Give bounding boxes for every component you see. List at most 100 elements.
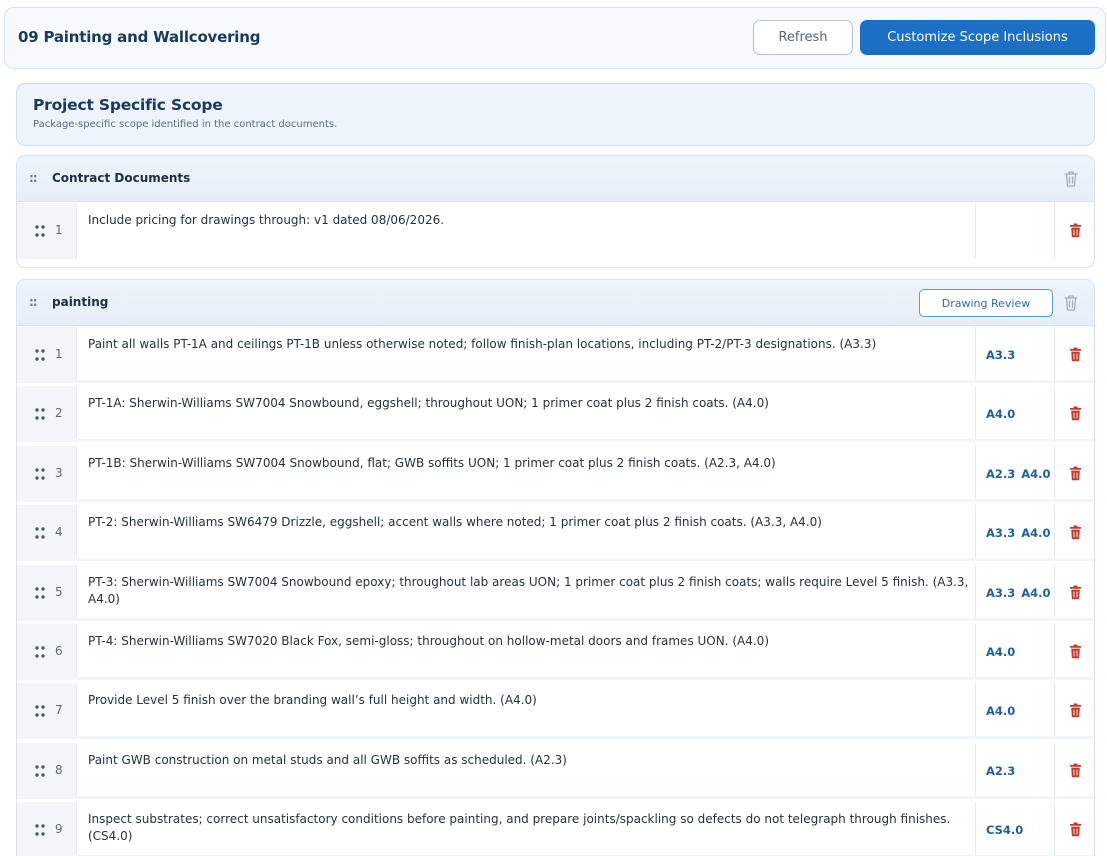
top-bar: 09 Painting and Wallcovering Refresh Cus… <box>4 7 1106 69</box>
row-number: 6 <box>55 644 63 658</box>
sheet-ref-link[interactable]: A2.3 <box>986 467 1015 481</box>
row-divider <box>17 380 1094 383</box>
trash-icon[interactable] <box>1069 763 1082 778</box>
trash-icon[interactable] <box>1069 223 1082 238</box>
row-text[interactable]: PT-2: Sherwin-Williams SW6479 Drizzle, e… <box>88 514 973 531</box>
row-refs: A3.3 A4.0 <box>975 505 1055 562</box>
grip-dots-icon[interactable] <box>35 824 45 836</box>
sheet-ref-link[interactable]: A4.0 <box>1021 586 1050 600</box>
row-number: 7 <box>55 703 63 718</box>
trash-icon[interactable] <box>1069 466 1082 481</box>
scope-subtitle: Package-specific scope identified in the… <box>33 119 338 130</box>
grip-dots-icon[interactable] <box>35 527 45 539</box>
row-number: 9 <box>55 822 63 837</box>
customize-scope-button[interactable]: Customize Scope Inclusions <box>860 20 1095 55</box>
trash-icon[interactable] <box>1063 170 1079 188</box>
row-number: 1 <box>55 223 63 237</box>
row-handle[interactable]: 6 <box>17 624 77 680</box>
row-refs: A3.3 <box>975 327 1055 383</box>
grip-dots-icon[interactable] <box>35 765 45 777</box>
row-text[interactable]: Paint all walls PT-1A and ceilings PT-1B… <box>88 336 973 353</box>
row-refs: A2.3 A4.0 <box>975 445 1055 502</box>
sheet-ref-link[interactable]: A4.0 <box>1021 467 1050 481</box>
sheet-ref-link[interactable]: A4.0 <box>986 407 1015 421</box>
grip-dots-icon[interactable] <box>35 705 45 718</box>
row-text[interactable]: PT-3: Sherwin-Williams SW7004 Snowbound … <box>88 574 973 608</box>
sheet-ref-link[interactable]: A4.0 <box>1021 526 1050 540</box>
section-header: :: painting Drawing Review <box>17 280 1094 326</box>
grip-dots-icon[interactable] <box>35 225 45 237</box>
trash-icon[interactable] <box>1063 294 1079 312</box>
row-divider <box>17 558 1094 562</box>
sheet-ref-link[interactable]: A3.3 <box>986 586 1015 600</box>
trash-icon[interactable] <box>1069 406 1082 421</box>
row-number: 8 <box>55 762 63 777</box>
page-title: 09 Painting and Wallcovering <box>18 28 261 46</box>
row-handle[interactable]: 1 <box>17 327 77 383</box>
row-text[interactable]: Paint GWB construction on metal studs an… <box>88 752 973 769</box>
table-row: 2 PT-1A: Sherwin-Williams SW7004 Snowboun… <box>17 386 1094 443</box>
row-refs: A3.3 A4.0 <box>975 564 1055 621</box>
row-text[interactable]: Inspect substrates; correct unsatisfacto… <box>88 811 973 845</box>
scope-title: Project Specific Scope <box>33 96 223 114</box>
trash-icon[interactable] <box>1069 822 1082 837</box>
grip-dots-icon[interactable] <box>35 646 45 658</box>
row-handle[interactable]: 2 <box>17 386 77 443</box>
row-number: 2 <box>55 406 63 421</box>
table-row: 5 PT-3: Sherwin-Williams SW7004 Snowbound… <box>17 564 1094 621</box>
row-number: 3 <box>55 465 63 480</box>
sheet-ref-link[interactable]: A4.0 <box>986 704 1015 718</box>
drag-handle-icon[interactable]: :: <box>29 171 38 185</box>
table-row: 4 PT-2: Sherwin-Williams SW6479 Drizzle, … <box>17 505 1094 562</box>
trash-icon[interactable] <box>1069 525 1082 540</box>
row-text[interactable]: PT-1B: Sherwin-Williams SW7004 Snowbound… <box>88 455 973 472</box>
drag-handle-icon[interactable]: :: <box>29 295 38 309</box>
project-scope-banner: Project Specific Scope Package-specific … <box>16 83 1095 146</box>
row-handle[interactable]: 1 <box>17 203 77 259</box>
row-text[interactable]: PT-1A: Sherwin-Williams SW7004 Snowbound… <box>88 395 973 412</box>
row-number: 5 <box>55 584 63 599</box>
trash-icon[interactable] <box>1069 644 1082 659</box>
row-refs: A4.0 <box>975 624 1055 680</box>
section-painting: :: painting Drawing Review 1 Paint all wa… <box>16 279 1095 856</box>
row-divider <box>17 736 1094 740</box>
table-row: 1 Paint all walls PT-1A and ceilings PT-1… <box>17 327 1094 383</box>
trash-icon[interactable] <box>1069 585 1082 600</box>
refresh-button[interactable]: Refresh <box>753 20 853 55</box>
row-handle[interactable]: 7 <box>17 683 77 740</box>
grip-dots-icon[interactable] <box>35 408 45 421</box>
sheet-ref-link[interactable]: A3.3 <box>986 348 1015 362</box>
sheet-ref-link[interactable]: A2.3 <box>986 764 1015 778</box>
row-handle[interactable]: 5 <box>17 564 77 621</box>
grip-dots-icon[interactable] <box>35 468 45 480</box>
row-handle[interactable]: 8 <box>17 742 77 799</box>
trash-icon[interactable] <box>1069 347 1082 362</box>
sheet-ref-link[interactable]: A3.3 <box>986 526 1015 540</box>
sheet-ref-link[interactable]: A4.0 <box>986 645 1015 659</box>
table-row: 7 Provide Level 5 finish over the brandin… <box>17 683 1094 740</box>
section-title: painting <box>52 295 109 309</box>
table-row: 8 Paint GWB construction on metal studs a… <box>17 742 1094 799</box>
section-title: Contract Documents <box>52 171 191 185</box>
sheet-ref-link[interactable]: CS4.0 <box>986 823 1023 837</box>
row-refs: CS4.0 <box>975 802 1055 856</box>
row-text[interactable]: Provide Level 5 finish over the branding… <box>88 692 973 709</box>
row-handle[interactable]: 4 <box>17 505 77 562</box>
row-refs: A4.0 <box>975 683 1055 740</box>
table-row: 3 PT-1B: Sherwin-Williams SW7004 Snowboun… <box>17 445 1094 502</box>
section-contract-documents: :: Contract Documents 1 Include pricing … <box>16 155 1095 268</box>
row-text[interactable]: Include pricing for drawings through: v1… <box>88 212 973 229</box>
table-row: 1 Include pricing for drawings through: … <box>17 203 1094 259</box>
row-divider <box>17 677 1094 680</box>
row-divider <box>17 439 1094 443</box>
row-refs: A4.0 <box>975 386 1055 443</box>
grip-dots-icon[interactable] <box>35 349 45 361</box>
row-handle[interactable]: 9 <box>17 802 77 856</box>
grip-dots-icon[interactable] <box>35 586 45 599</box>
row-number: 4 <box>55 525 63 540</box>
drawing-review-button[interactable]: Drawing Review <box>919 289 1053 317</box>
row-handle[interactable]: 3 <box>17 445 77 502</box>
row-divider <box>17 795 1094 799</box>
trash-icon[interactable] <box>1069 703 1082 718</box>
row-text[interactable]: PT-4: Sherwin-Williams SW7020 Black Fox,… <box>88 633 973 650</box>
